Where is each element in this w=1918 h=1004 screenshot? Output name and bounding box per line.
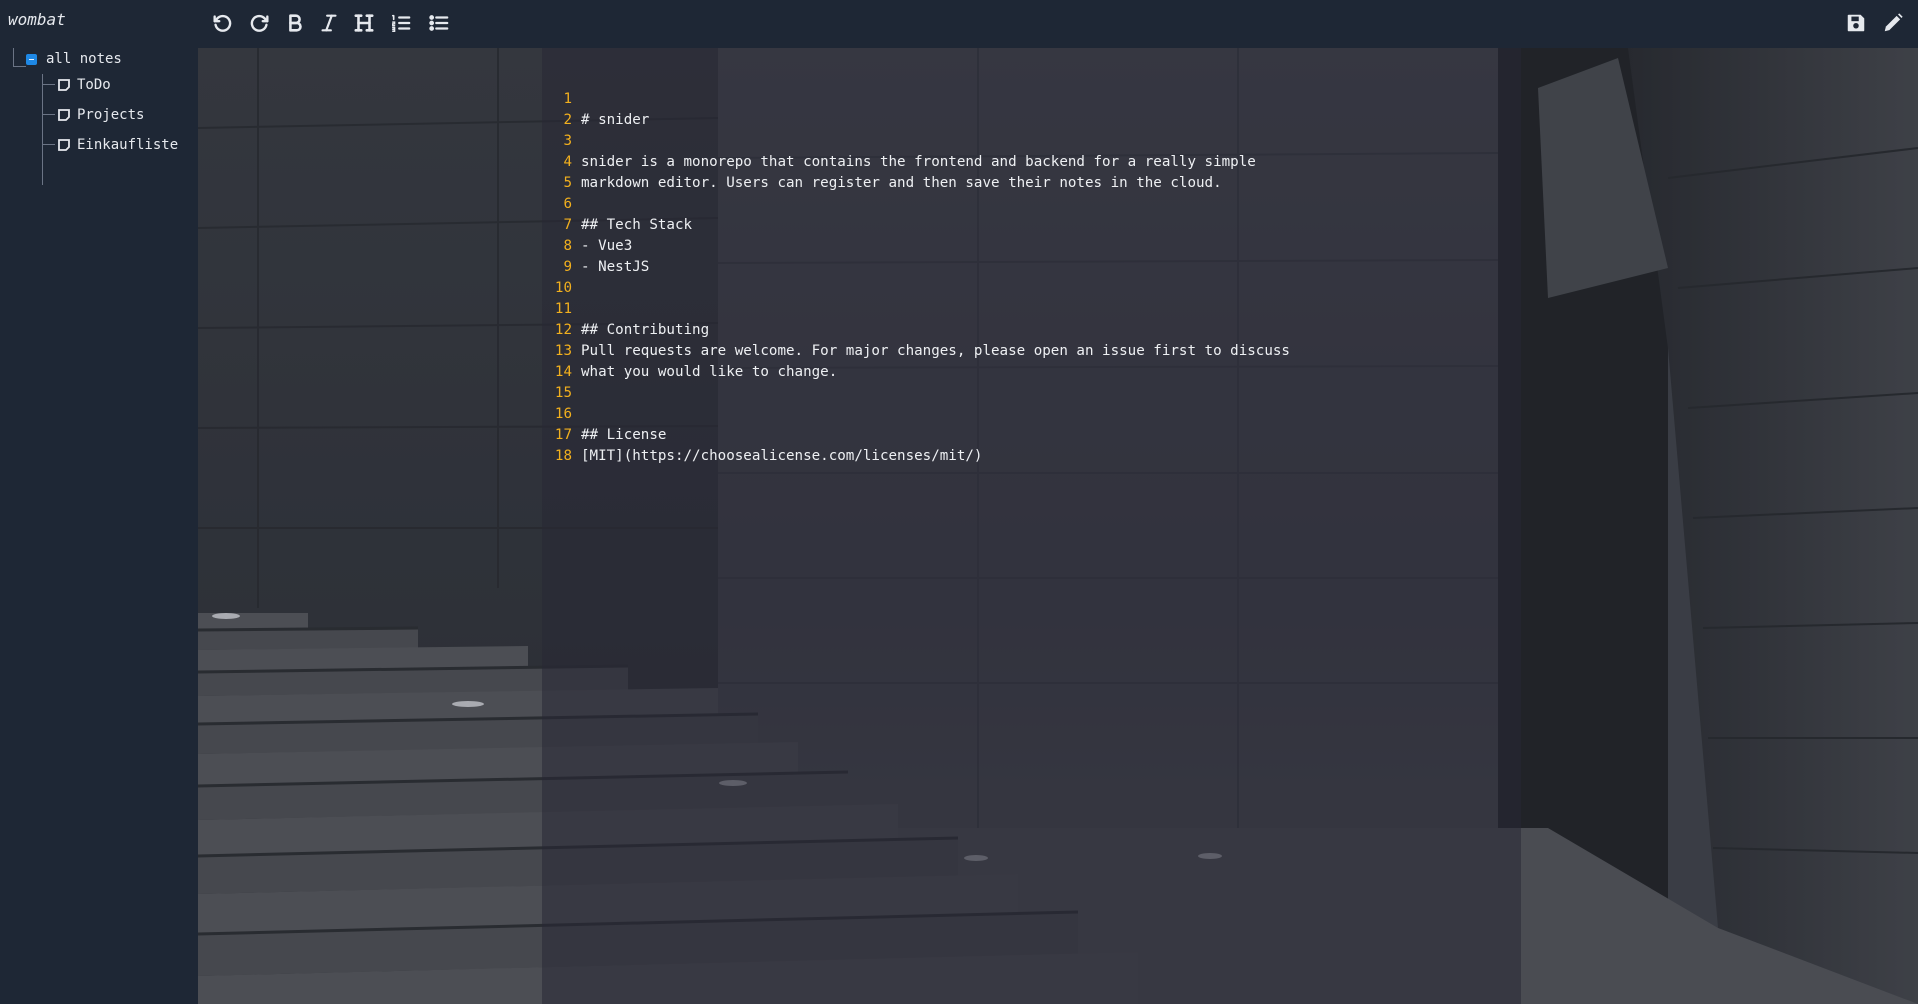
editor-line: 3 snider is a monorepo that contains the… — [542, 110, 1255, 170]
line-text: markdown editor. Users can register and … — [581, 175, 1222, 191]
redo-button[interactable] — [245, 10, 275, 36]
editor-line: 13 what you would like to change. — [542, 320, 837, 380]
editor-line: 14 — [542, 341, 593, 380]
editor-line: 7 - Vue3 — [542, 194, 632, 254]
sidebar-item-label: ToDo — [77, 77, 111, 93]
app-title: wombat — [8, 10, 66, 29]
save-icon — [1847, 14, 1865, 32]
sidebar-item-einkaufliste[interactable]: Einkaufliste — [57, 135, 178, 155]
unordered-list-button[interactable] — [424, 10, 454, 36]
pencil-icon — [1884, 13, 1903, 32]
sidebar — [0, 48, 198, 1004]
line-text: Pull requests are welcome. For major cha… — [581, 343, 1290, 359]
save-button[interactable] — [1841, 10, 1871, 36]
undo-button[interactable] — [207, 10, 237, 36]
editor-line: 11 ## Contributing — [542, 278, 709, 338]
editor-line: 4 markdown editor. Users can register an… — [542, 131, 1221, 191]
italic-icon — [321, 14, 337, 32]
markdown-editor[interactable]: 1 # snider 2 3 snider is a monorepo that… — [542, 48, 1521, 1004]
editor-line: 12 Pull requests are welcome. For major … — [542, 299, 1290, 359]
bold-icon — [289, 14, 302, 32]
note-icon — [58, 109, 70, 121]
italic-button[interactable] — [314, 10, 344, 36]
ordered-list-button[interactable] — [386, 10, 416, 36]
sidebar-item-todo[interactable]: ToDo — [57, 75, 111, 95]
editor-line: 1 # snider — [542, 68, 649, 128]
line-number: 18 — [554, 448, 572, 464]
note-icon — [58, 139, 70, 151]
heading-icon — [354, 14, 374, 32]
line-text: ## Tech Stack — [581, 217, 693, 233]
tree-guide-line — [42, 74, 57, 185]
line-text: what you would like to change. — [581, 364, 838, 380]
tree-guide-line — [42, 144, 55, 145]
tree-guide-line — [13, 48, 26, 67]
tree-root-label: all notes — [46, 51, 122, 67]
tree-guide-line — [42, 84, 55, 85]
sidebar-item-label: Einkaufliste — [77, 137, 179, 153]
sidebar-item-label: Projects — [77, 107, 145, 123]
editor-area: 1 # snider 2 3 snider is a monorepo that… — [198, 48, 1918, 1004]
ordered-list-icon — [391, 14, 411, 32]
redo-icon — [250, 14, 269, 32]
editor-line: 16 ## License — [542, 383, 667, 443]
line-text: snider is a monorepo that contains the f… — [581, 154, 1256, 170]
editor-line: 9 — [542, 236, 593, 275]
heading-button[interactable] — [349, 10, 379, 36]
editor-line: 2 — [542, 89, 593, 128]
editor-line: 10 — [542, 257, 593, 296]
editor-line: 18 — [542, 425, 593, 464]
editor-line: 15 — [542, 362, 593, 401]
editor-line: 5 — [542, 152, 593, 191]
sidebar-item-projects[interactable]: Projects — [57, 105, 144, 125]
toolbar: wombat — [0, 0, 1918, 48]
line-text: [MIT](https://choosealicense.com/license… — [581, 448, 983, 464]
tree-guide-line — [42, 114, 55, 115]
bold-button[interactable] — [280, 10, 310, 36]
unordered-list-icon — [429, 15, 449, 31]
undo-icon — [213, 14, 232, 32]
line-text: ## License — [581, 427, 667, 443]
note-icon — [58, 79, 70, 91]
tree-root-all-notes[interactable]: all notes — [26, 50, 122, 68]
editor-line: 6 ## Tech Stack — [542, 173, 692, 233]
line-text: ## Contributing — [581, 322, 710, 338]
editor-line: 17 [MIT](https://choosealicense.com/lice… — [542, 404, 983, 464]
edit-button[interactable] — [1878, 10, 1908, 36]
folder-collapse-icon[interactable] — [26, 53, 37, 65]
editor-line: 8 - NestJS — [542, 215, 649, 275]
